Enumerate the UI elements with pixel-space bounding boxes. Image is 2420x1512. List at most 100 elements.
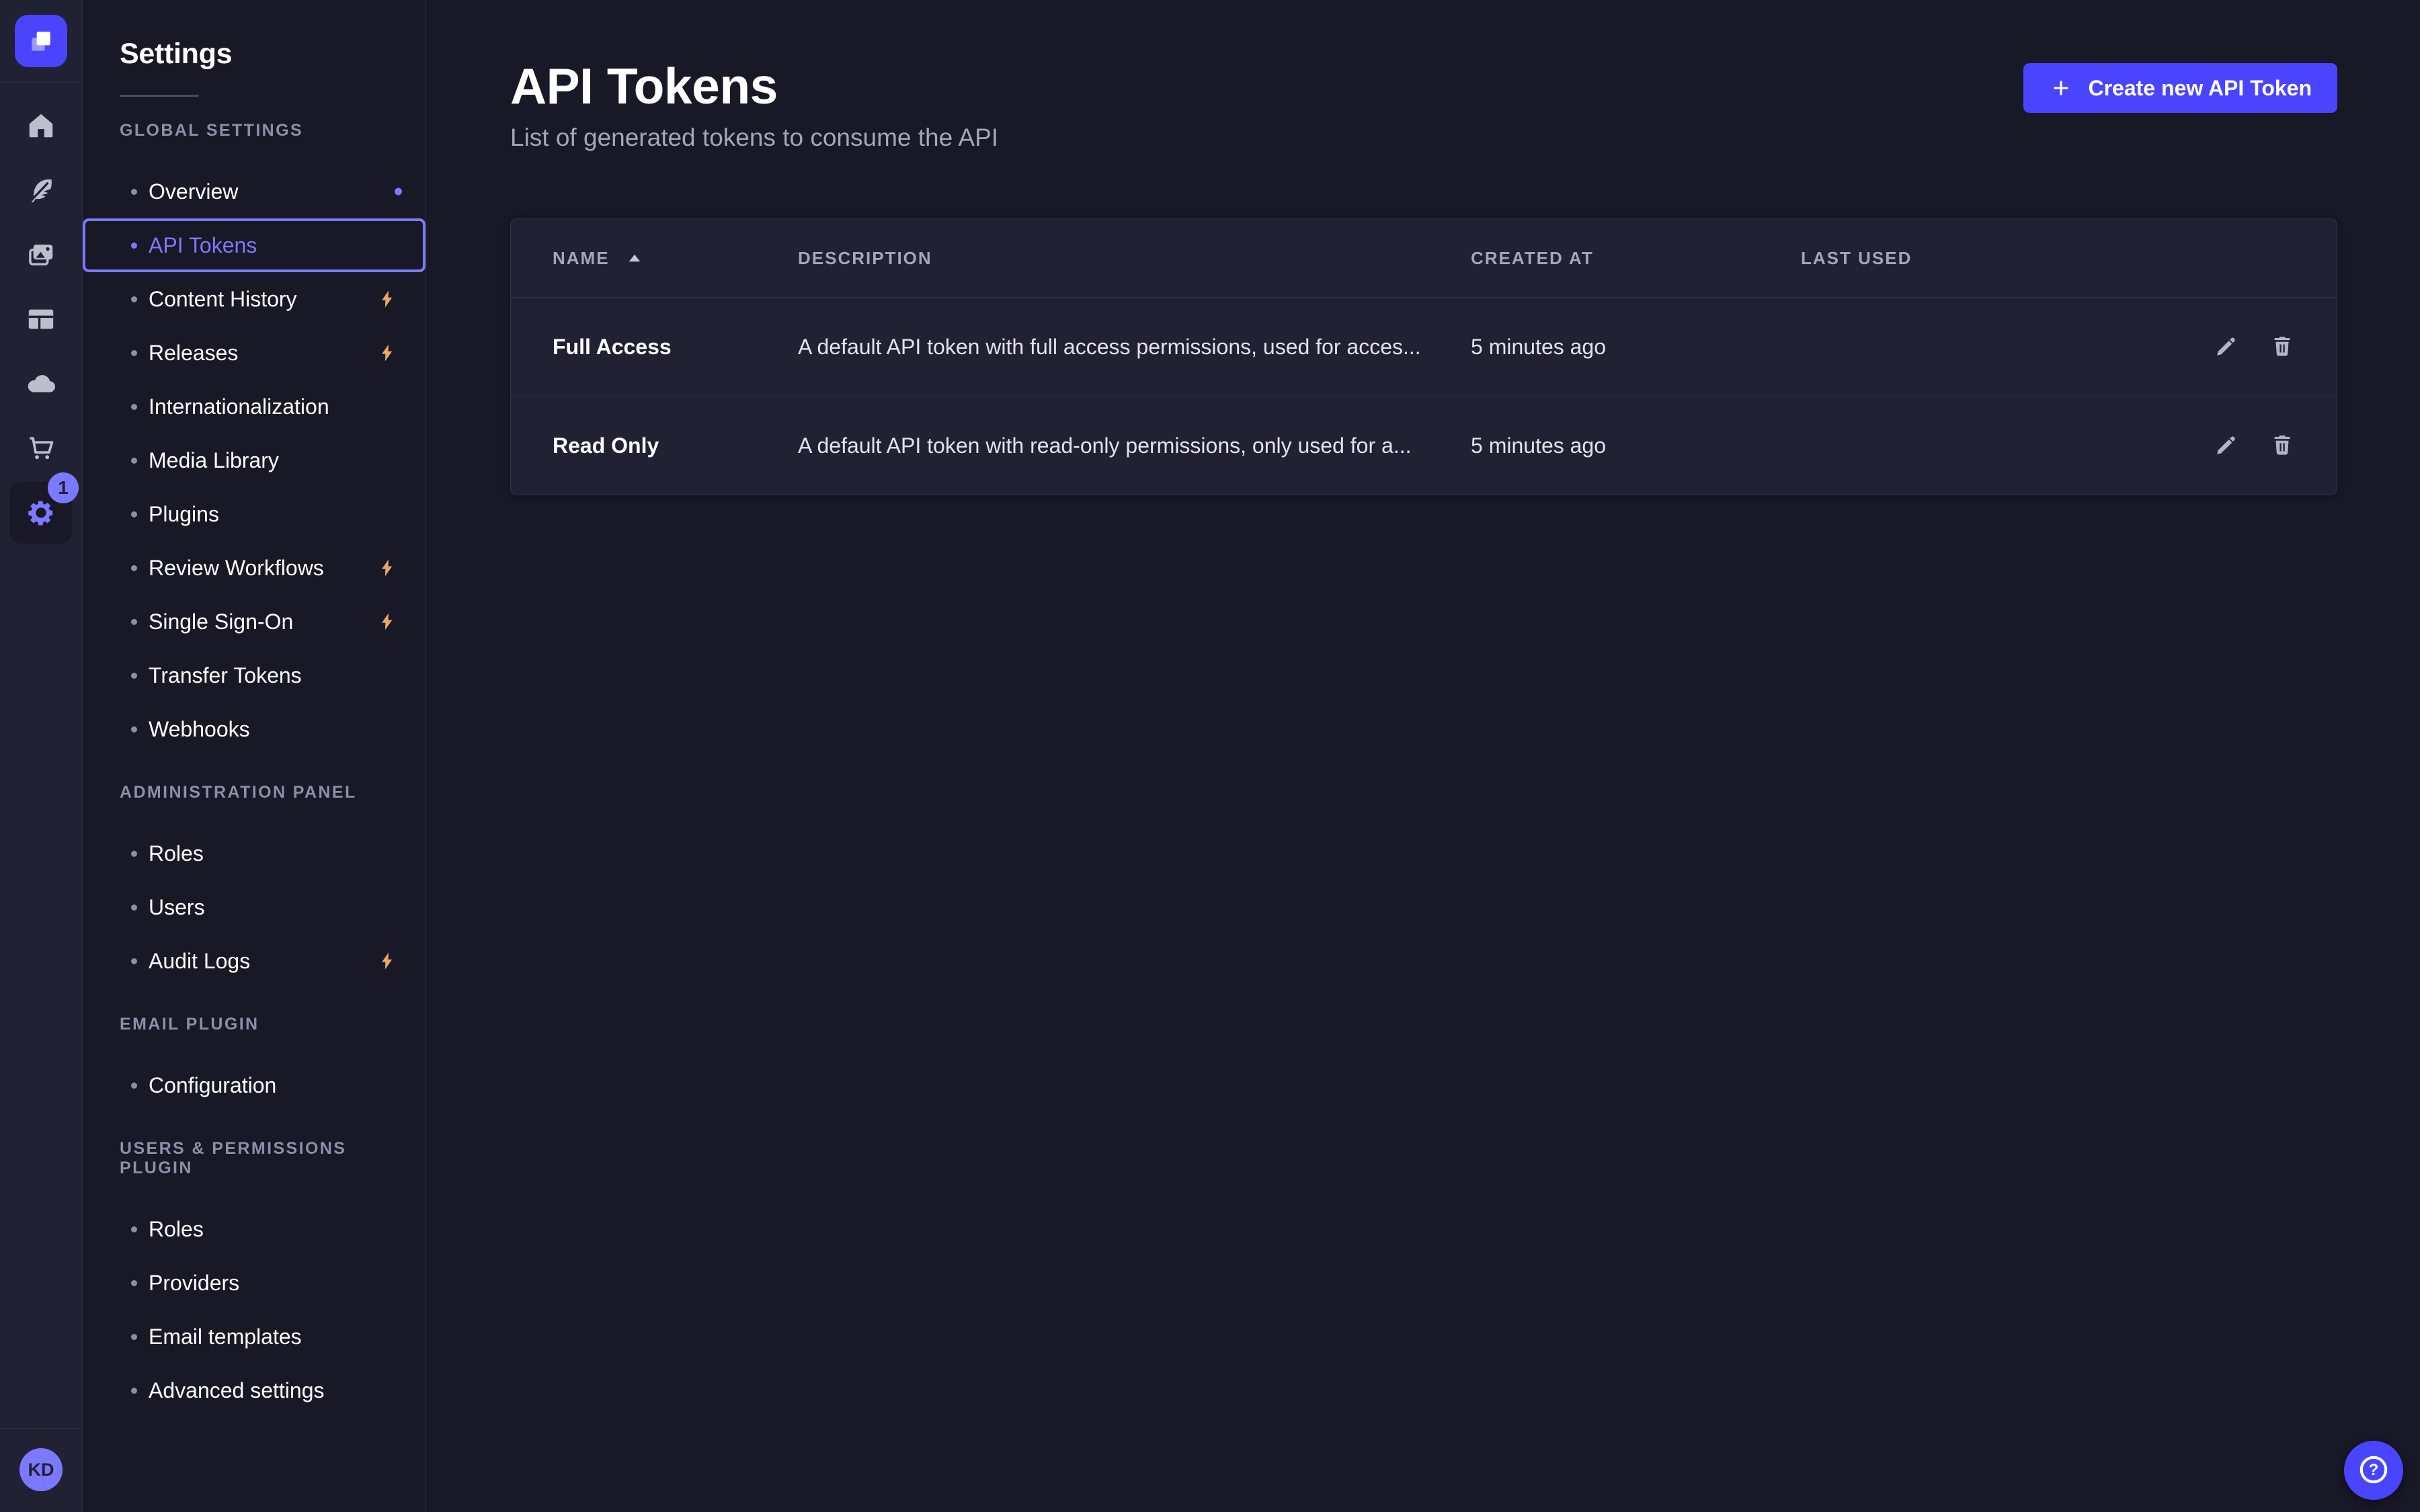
subnav-item-roles[interactable]: Roles xyxy=(83,1202,426,1256)
cart-icon xyxy=(26,433,56,464)
subnav-item-content-history[interactable]: Content History xyxy=(83,272,426,326)
subnav-item-providers[interactable]: Providers xyxy=(83,1256,426,1310)
nav-media-library[interactable] xyxy=(25,239,57,271)
subnav-item-label: Configuration xyxy=(149,1073,276,1098)
table-header-row: NAMEDESCRIPTION CREATED AT LAST USED xyxy=(511,219,2337,298)
subnav-item-review-workflows[interactable]: Review Workflows xyxy=(83,541,426,595)
bullet-icon xyxy=(131,565,137,571)
subnav-item-label: Email templates xyxy=(149,1325,302,1349)
nav-marketplace[interactable] xyxy=(25,432,57,464)
nav-content-type-builder[interactable] xyxy=(25,174,57,206)
subnav-section: USERS & PERMISSIONS PLUGIN Roles Providers… xyxy=(83,1139,426,1417)
subnav-item-label: Transfer Tokens xyxy=(149,663,302,688)
notification-dot xyxy=(395,188,402,196)
gear-icon xyxy=(26,497,56,528)
lightning-icon xyxy=(377,343,397,363)
bullet-icon xyxy=(131,404,137,410)
delete-token-button[interactable] xyxy=(2269,433,2295,458)
subnav-section-label: EMAIL PLUGIN xyxy=(120,1015,426,1034)
token-description-cell: A default API token with read-only permi… xyxy=(798,433,1471,458)
nav-deploy[interactable] xyxy=(25,368,57,400)
pencil-icon xyxy=(2213,334,2238,360)
subnav-item-internationalization[interactable]: Internationalization xyxy=(83,380,426,433)
subnav-item-plugins[interactable]: Plugins xyxy=(83,487,426,541)
subnav-item-label: Plugins xyxy=(149,502,219,527)
table-row[interactable]: Read OnlyA default API token with read-o… xyxy=(511,396,2337,495)
strapi-logo-icon[interactable] xyxy=(15,15,67,67)
lightning-icon xyxy=(377,612,397,632)
subnav-item-label: Overview xyxy=(149,179,238,204)
table-row[interactable]: Full AccessA default API token with full… xyxy=(511,298,2337,396)
subnav-item-api-tokens[interactable]: API Tokens xyxy=(83,218,426,272)
subnav-item-label: Providers xyxy=(149,1271,239,1296)
bullet-icon xyxy=(131,1280,137,1286)
subnav-section-label: USERS & PERMISSIONS PLUGIN xyxy=(120,1139,426,1178)
bullet-icon xyxy=(131,189,137,195)
create-api-token-button[interactable]: Create new API Token xyxy=(2023,63,2337,113)
page-header-text: API Tokens List of generated tokens to c… xyxy=(510,59,998,152)
nav-home[interactable] xyxy=(25,110,57,142)
lightning-icon xyxy=(377,951,397,971)
column-header-label: LAST USED xyxy=(1801,248,1912,269)
token-created-at-cell: 5 minutes ago xyxy=(1471,433,1801,458)
subnav-section: GLOBAL SETTINGSOverviewAPI TokensContent… xyxy=(83,121,426,756)
subnav-item-releases[interactable]: Releases xyxy=(83,326,426,380)
subnav-item-label: Advanced settings xyxy=(149,1378,325,1403)
settings-subnav: Settings GLOBAL SETTINGSOverviewAPI Toke… xyxy=(83,0,426,1512)
subnav-item-users[interactable]: Users xyxy=(83,880,426,934)
bullet-icon xyxy=(131,1334,137,1340)
column-header-name[interactable]: NAME xyxy=(553,248,798,269)
sort-ascending-icon xyxy=(626,249,643,267)
edit-token-button[interactable] xyxy=(2213,334,2238,360)
row-actions xyxy=(2177,334,2295,360)
subnav-item-label: Roles xyxy=(149,841,204,866)
subnav-item-audit-logs[interactable]: Audit Logs xyxy=(83,934,426,988)
layout-icon xyxy=(26,304,56,335)
avatar[interactable]: KD xyxy=(19,1448,63,1491)
subnav-item-label: Media Library xyxy=(149,448,279,473)
subnav-item-transfer-tokens[interactable]: Transfer Tokens xyxy=(83,648,426,702)
delete-token-button[interactable] xyxy=(2269,334,2295,360)
subnav-item-overview[interactable]: Overview xyxy=(83,165,426,218)
bullet-icon xyxy=(131,726,137,732)
trash-icon xyxy=(2269,433,2295,458)
help-button[interactable]: ? xyxy=(2344,1441,2403,1500)
row-actions xyxy=(2177,433,2295,458)
subnav-item-email-templates[interactable]: Email templates xyxy=(83,1310,426,1363)
bullet-icon xyxy=(131,243,137,249)
bullet-icon xyxy=(131,619,137,625)
subnav-item-single-sign-on[interactable]: Single Sign-On xyxy=(83,595,426,648)
trash-icon xyxy=(2269,334,2295,360)
edit-token-button[interactable] xyxy=(2213,433,2238,458)
column-header-last-used: LAST USED xyxy=(1801,248,2177,269)
question-mark-icon: ? xyxy=(2356,1452,2391,1489)
column-header-label: CREATED AT xyxy=(1471,248,1594,269)
subnav-item-label: Users xyxy=(149,895,205,920)
page-subtitle: List of generated tokens to consume the … xyxy=(510,124,998,152)
subnav-item-configuration[interactable]: Configuration xyxy=(83,1058,426,1112)
table-body: Full AccessA default API token with full… xyxy=(511,298,2337,495)
icon-sidebar-footer: KD xyxy=(0,1428,82,1512)
nav-content-manager[interactable] xyxy=(25,303,57,335)
nav-settings[interactable]: 1 xyxy=(25,497,57,529)
token-name-cell: Read Only xyxy=(553,433,798,458)
subnav-section-label: ADMINISTRATION PANEL xyxy=(120,783,426,802)
main-content: API Tokens List of generated tokens to c… xyxy=(426,0,2420,1512)
api-tokens-table: NAMEDESCRIPTION CREATED AT LAST USED Full … xyxy=(510,218,2337,495)
home-icon xyxy=(26,110,56,141)
subnav-sections: GLOBAL SETTINGSOverviewAPI TokensContent… xyxy=(83,121,426,1417)
subnav-item-label: Review Workflows xyxy=(149,556,324,581)
subnav-title: Settings xyxy=(120,38,426,71)
subnav-item-label: Audit Logs xyxy=(149,949,250,974)
bullet-icon xyxy=(131,350,137,356)
column-header-description: DESCRIPTION xyxy=(798,248,1471,269)
create-api-token-label: Create new API Token xyxy=(2088,76,2312,101)
subnav-item-label: API Tokens xyxy=(149,233,257,258)
subnav-item-media-library[interactable]: Media Library xyxy=(83,433,426,487)
subnav-item-roles[interactable]: Roles xyxy=(83,827,426,880)
subnav-item-advanced-settings[interactable]: Advanced settings xyxy=(83,1363,426,1417)
column-header-label: DESCRIPTION xyxy=(798,248,932,269)
column-header-created-at: CREATED AT xyxy=(1471,248,1801,269)
subnav-item-webhooks[interactable]: Webhooks xyxy=(83,702,426,756)
bullet-icon xyxy=(131,905,137,911)
